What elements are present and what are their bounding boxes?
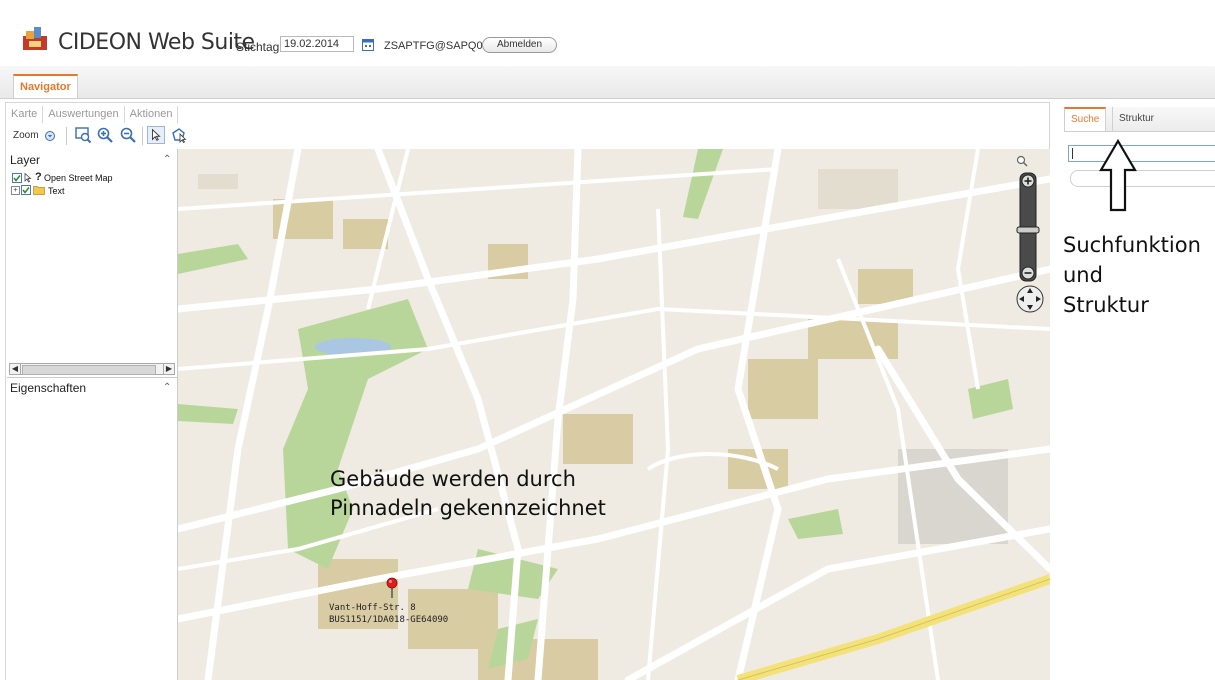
pointer-icon <box>24 173 32 183</box>
select-pointer-icon[interactable] <box>147 126 165 144</box>
expand-icon[interactable]: + <box>11 186 20 195</box>
search-input[interactable] <box>1068 145 1215 162</box>
zoom-extent-icon[interactable] <box>74 126 92 144</box>
stichtag-label: Stichtag <box>236 40 280 54</box>
layer-item-openstreetmap[interactable]: Open Street Map <box>44 173 113 183</box>
app-title: CIDEON Web Suite <box>58 30 255 55</box>
building-pin-label: Vant-Hoff-Str. 8 BUS1151/1DA018-GE64090 <box>329 603 449 625</box>
tab-search[interactable]: Suche <box>1064 107 1107 131</box>
map-search-icon[interactable] <box>1016 155 1028 167</box>
collapse-properties-icon[interactable]: ⌃ <box>163 383 173 393</box>
calendar-icon[interactable] <box>362 38 374 51</box>
scroll-right-icon[interactable]: ▶ <box>163 364 174 374</box>
text-cursor <box>1072 148 1073 159</box>
logout-button[interactable]: Abmelden <box>482 37 558 53</box>
layer-sidebar <box>6 149 178 680</box>
properties-heading: Eigenschaften <box>10 381 87 395</box>
checkbox-icon[interactable] <box>12 173 22 183</box>
map-annotation-text: Gebäude werden durch Pinnadeln gekennzei… <box>330 467 606 520</box>
layer-item-text[interactable]: Text <box>48 186 65 196</box>
subtab-karte[interactable]: Karte <box>5 106 44 123</box>
layer-heading: Layer <box>10 153 41 167</box>
toolbar-separator <box>142 127 143 145</box>
cideon-logo-icon <box>23 27 47 50</box>
zoom-dropdown-icon[interactable] <box>45 131 55 141</box>
search-annotation-text: Suchfunktion und Struktur <box>1063 233 1201 317</box>
toolbar-separator <box>66 127 67 145</box>
zoom-label: Zoom <box>13 130 39 141</box>
subtab-auswertungen[interactable]: Auswertungen <box>43 106 125 123</box>
horizontal-scrollbar[interactable]: ◀ ▶ <box>9 363 175 375</box>
tab-structure[interactable]: Struktur <box>1112 107 1160 131</box>
up-arrow-annotation-icon <box>1099 138 1137 212</box>
tab-navigator[interactable]: Navigator <box>13 74 78 98</box>
zoom-in-icon[interactable] <box>96 126 114 144</box>
map-tiles <box>178 149 1050 680</box>
divider <box>7 377 177 378</box>
folder-icon <box>33 186 45 195</box>
pan-control-icon[interactable] <box>1014 283 1046 315</box>
scroll-thumb[interactable] <box>22 365 156 375</box>
map-view[interactable]: Gebäude werden durch Pinnadeln gekennzei… <box>178 149 1050 680</box>
zoom-slider-thumb <box>1016 226 1040 234</box>
nav-strip <box>0 66 1215 99</box>
select-area-icon[interactable] <box>170 126 188 144</box>
zoom-out-icon[interactable] <box>119 126 137 144</box>
scroll-left-icon[interactable]: ◀ <box>10 364 21 374</box>
subtab-aktionen[interactable]: Aktionen <box>125 106 179 123</box>
search-results-field[interactable] <box>1070 170 1215 187</box>
stichtag-date-input[interactable]: 19.02.2014 <box>280 36 354 52</box>
info-icon: ? <box>35 171 42 183</box>
user-label: ZSAPTFG@SAPQ01 <box>384 40 489 52</box>
collapse-layer-icon[interactable]: ⌃ <box>163 155 173 165</box>
map-subtabs: Karte Auswertungen Aktionen <box>5 106 179 123</box>
checkbox-icon[interactable] <box>21 185 31 195</box>
